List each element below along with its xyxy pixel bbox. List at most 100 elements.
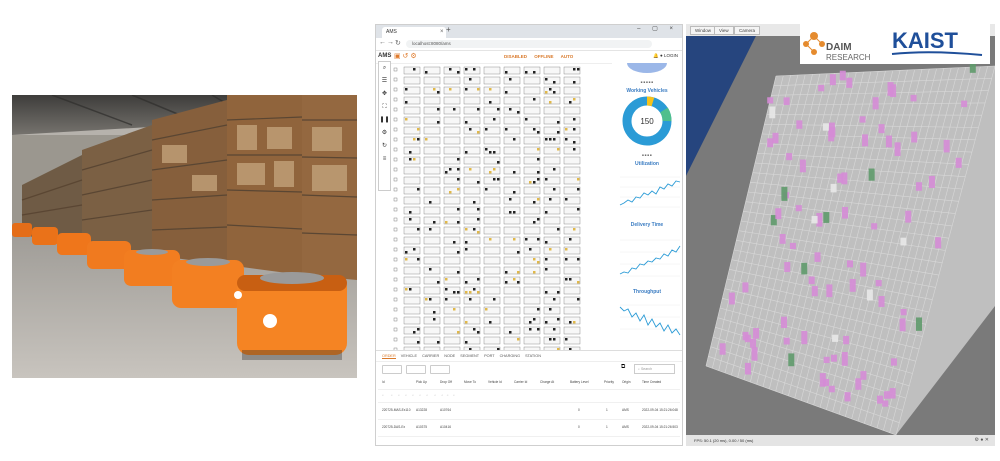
- rack-block[interactable]: [503, 76, 521, 85]
- map-node[interactable]: [393, 127, 398, 132]
- rack-block[interactable]: [423, 166, 441, 175]
- window-controls[interactable]: – ▢ ×: [637, 25, 678, 32]
- map-node[interactable]: [393, 97, 398, 102]
- rack-block[interactable]: [483, 266, 501, 275]
- col-priority[interactable]: Priority: [604, 380, 614, 384]
- rack-block[interactable]: [403, 316, 421, 325]
- map-node[interactable]: [393, 337, 398, 342]
- sim-robot[interactable]: [855, 378, 862, 390]
- rack-block[interactable]: [563, 96, 581, 105]
- sim-robot[interactable]: [719, 343, 726, 355]
- map-node[interactable]: [393, 77, 398, 82]
- col-id[interactable]: Id: [382, 380, 385, 384]
- menu-icon[interactable]: ≡: [379, 153, 390, 166]
- rack-block[interactable]: [463, 136, 481, 145]
- sim-robot[interactable]: [753, 328, 760, 339]
- forward-icon[interactable]: →: [387, 39, 394, 46]
- rack-block[interactable]: [543, 216, 561, 225]
- map-node[interactable]: [393, 257, 398, 262]
- rack-block[interactable]: [503, 136, 521, 145]
- rack-block[interactable]: [503, 286, 521, 295]
- rack-block[interactable]: [463, 76, 481, 85]
- sim-menu-view[interactable]: View: [714, 26, 734, 35]
- back-icon[interactable]: ←: [379, 39, 386, 46]
- rack-block[interactable]: [423, 196, 441, 205]
- sim-robot[interactable]: [849, 278, 856, 292]
- sim-robot[interactable]: [878, 124, 885, 134]
- rack-block[interactable]: [483, 246, 501, 255]
- rack-block[interactable]: [423, 206, 441, 215]
- sim-robot[interactable]: [767, 97, 774, 104]
- col-battery-level[interactable]: Battery Level: [570, 380, 589, 384]
- rack-block[interactable]: [443, 96, 461, 105]
- warehouse-layout-map[interactable]: [390, 63, 588, 373]
- rack-block[interactable]: [523, 136, 541, 145]
- rack-block[interactable]: [483, 236, 501, 245]
- rack-block[interactable]: [523, 276, 541, 285]
- sim-robot[interactable]: [742, 331, 749, 341]
- rack-block[interactable]: [443, 106, 461, 115]
- sim-robot[interactable]: [841, 352, 848, 366]
- rack-block[interactable]: [483, 96, 501, 105]
- rack-block[interactable]: [563, 236, 581, 245]
- col-charge-at[interactable]: Charge At: [540, 380, 554, 384]
- rack-block[interactable]: [423, 236, 441, 245]
- rack-block[interactable]: [563, 326, 581, 335]
- search-icon[interactable]: ⌕: [379, 62, 390, 75]
- rack-block[interactable]: [403, 206, 421, 215]
- sim-robot[interactable]: [811, 215, 818, 224]
- col-carrier-id[interactable]: Carrier Id: [514, 380, 527, 384]
- rack-block[interactable]: [503, 256, 521, 265]
- rack-block[interactable]: [523, 76, 541, 85]
- rack-block[interactable]: [423, 286, 441, 295]
- rack-block[interactable]: [523, 206, 541, 215]
- tab-charging-station[interactable]: CHARGING STATION: [500, 354, 541, 358]
- rack-block[interactable]: [443, 236, 461, 245]
- sim-robot[interactable]: [779, 233, 786, 244]
- rack-block[interactable]: [543, 246, 561, 255]
- rack-block[interactable]: [503, 296, 521, 305]
- refresh-icon[interactable]: ↻: [379, 140, 390, 153]
- map-node[interactable]: [393, 307, 398, 312]
- rack-block[interactable]: [443, 196, 461, 205]
- sim-robot[interactable]: [742, 282, 749, 293]
- rack-block[interactable]: [483, 276, 501, 285]
- sim-robot[interactable]: [899, 318, 906, 332]
- sim-robot[interactable]: [860, 371, 867, 380]
- sim-robot[interactable]: [822, 123, 829, 131]
- sim-status-icons[interactable]: ⚙ ● ✕: [975, 435, 989, 446]
- url-input[interactable]: localhost:8080/ams: [406, 40, 652, 48]
- sim-robot[interactable]: [905, 210, 912, 223]
- tab-node[interactable]: NODE: [444, 354, 455, 358]
- sim-robot[interactable]: [744, 362, 751, 375]
- sim-robot[interactable]: [780, 316, 787, 328]
- tab-vehicle[interactable]: VEHICLE: [401, 354, 417, 358]
- rack-block[interactable]: [523, 336, 541, 345]
- rack-block[interactable]: [423, 126, 441, 135]
- col-vehicle-id[interactable]: Vehicle Id: [488, 380, 502, 384]
- rack-block[interactable]: [443, 136, 461, 145]
- rack-block[interactable]: [503, 316, 521, 325]
- rack-block[interactable]: [543, 306, 561, 315]
- rack-block[interactable]: [443, 116, 461, 125]
- rack-block[interactable]: [523, 186, 541, 195]
- sim-robot[interactable]: [846, 77, 853, 88]
- map-node[interactable]: [393, 107, 398, 112]
- sim-robot[interactable]: [889, 388, 896, 399]
- rack-block[interactable]: [543, 166, 561, 175]
- tab-segment[interactable]: SEGMENT: [460, 354, 479, 358]
- sim-robot[interactable]: [900, 237, 907, 246]
- fit-icon[interactable]: ⛶: [379, 101, 390, 114]
- settings-icon[interactable]: ⚙: [379, 127, 390, 140]
- rack-block[interactable]: [403, 176, 421, 185]
- rack-block[interactable]: [483, 66, 501, 75]
- rack-block[interactable]: [523, 96, 541, 105]
- rack-block[interactable]: [563, 216, 581, 225]
- sim-robot[interactable]: [788, 353, 795, 367]
- table-row[interactable]: 220725-MAS-Ex110 A13228 A10764 0 1 AMS 2…: [378, 403, 680, 420]
- rack-block[interactable]: [463, 96, 481, 105]
- sim-robot[interactable]: [823, 212, 830, 223]
- rack-block[interactable]: [563, 146, 581, 155]
- rack-block[interactable]: [543, 296, 561, 305]
- sim-robot[interactable]: [837, 173, 844, 183]
